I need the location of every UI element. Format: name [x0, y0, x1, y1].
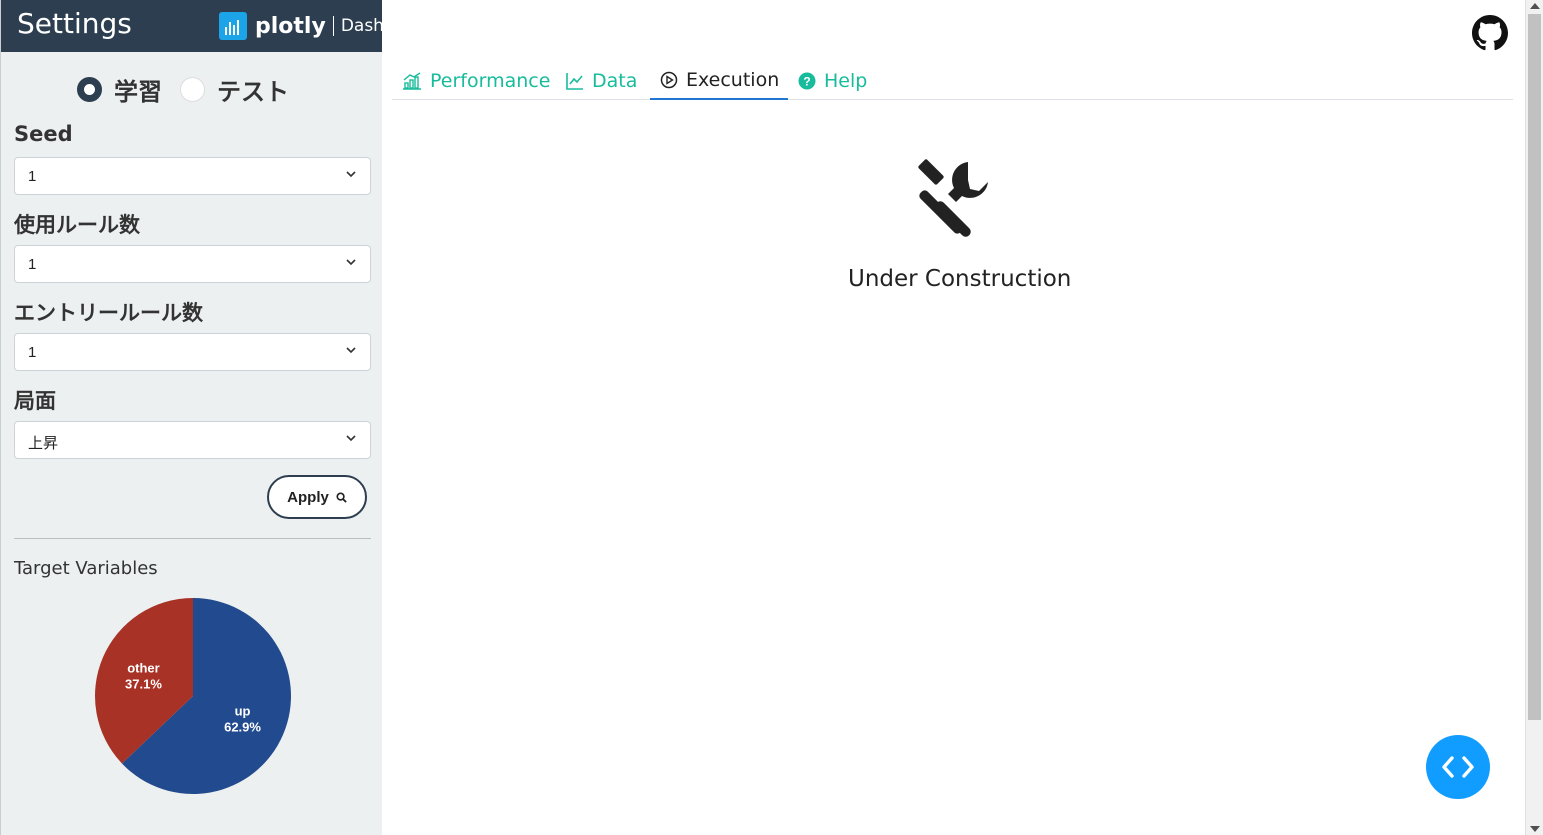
tab-execution[interactable]: Execution — [650, 62, 788, 100]
chevron-down-icon — [346, 435, 356, 442]
chart-bar-icon — [402, 72, 422, 90]
tab-data[interactable]: Data — [566, 62, 637, 100]
radio-label: テスト — [217, 78, 289, 106]
phase-value: 上昇 — [28, 435, 59, 452]
pie-percent-up: 62.9% — [224, 719, 261, 734]
question-circle-icon: ? — [798, 72, 816, 90]
radio-option-test[interactable]: テスト — [180, 72, 289, 107]
tab-label: Execution — [686, 69, 780, 91]
rule-count-dropdown[interactable]: 1 — [14, 245, 371, 283]
logo-separator — [332, 16, 334, 36]
plotly-logo-icon — [219, 12, 247, 40]
apply-label: Apply — [287, 488, 329, 506]
pie-label-up: up — [235, 703, 251, 718]
mode-radio-group: 学習 テスト — [77, 72, 307, 107]
chart-line-icon — [566, 72, 584, 90]
radio-label: 学習 — [114, 78, 162, 106]
entry-rule-count-value: 1 — [28, 344, 37, 361]
seed-value: 1 — [28, 168, 37, 185]
pie-label-other: other — [127, 661, 160, 676]
phase-dropdown[interactable]: 上昇 — [14, 421, 371, 459]
code-icon — [1442, 756, 1474, 778]
rule-count-value: 1 — [28, 256, 37, 273]
radio-option-learn[interactable]: 学習 — [77, 72, 162, 107]
seed-dropdown[interactable]: 1 — [14, 157, 371, 195]
svg-text:?: ? — [803, 75, 810, 89]
tab-performance[interactable]: Performance — [402, 62, 550, 100]
radio-unchecked-icon[interactable] — [180, 77, 205, 102]
tools-icon — [918, 159, 988, 237]
logo-product: Dash — [340, 16, 384, 36]
tab-bar: Performance Data Execution ? Help — [392, 62, 1513, 100]
scroll-up-arrow-icon[interactable] — [1530, 3, 1540, 9]
main-panel: Performance Data Execution ? Help Under … — [382, 0, 1525, 835]
apply-button[interactable]: Apply — [267, 475, 367, 519]
dev-tools-button[interactable] — [1426, 735, 1490, 799]
chevron-down-icon — [346, 347, 356, 354]
plotly-dash-logo: plotly Dash — [219, 12, 384, 40]
sidebar-header: Settings plotly Dash — [1, 0, 384, 52]
chevron-down-icon — [346, 171, 356, 178]
scroll-down-arrow-icon[interactable] — [1530, 826, 1540, 832]
phase-label: 局面 — [14, 389, 56, 413]
logo-brand: plotly — [255, 13, 326, 39]
sidebar-title: Settings — [17, 7, 132, 40]
under-construction-text: Under Construction — [848, 266, 1072, 292]
play-circle-icon — [660, 71, 678, 89]
pie-percent-other: 37.1% — [125, 677, 162, 692]
tab-label: Data — [592, 70, 638, 92]
entry-rule-count-label: エントリールール数 — [14, 301, 203, 325]
search-icon — [336, 491, 347, 503]
target-variables-title: Target Variables — [14, 558, 158, 579]
seed-label: Seed — [14, 122, 73, 146]
sidebar: Settings plotly Dash 学習 テスト Seed 1 使用ルール… — [0, 0, 384, 835]
tab-label: Help — [824, 70, 868, 92]
radio-checked-icon[interactable] — [77, 77, 102, 102]
page-scrollbar[interactable] — [1525, 0, 1543, 835]
target-variables-pie-chart: up62.9% other37.1% — [95, 598, 291, 794]
chevron-down-icon — [346, 259, 356, 266]
tab-help[interactable]: ? Help — [798, 62, 867, 100]
github-icon[interactable] — [1472, 15, 1508, 51]
tab-label: Performance — [430, 70, 551, 92]
scrollbar-thumb[interactable] — [1528, 14, 1541, 720]
divider — [14, 538, 371, 539]
entry-rule-count-dropdown[interactable]: 1 — [14, 333, 371, 371]
rule-count-label: 使用ルール数 — [14, 213, 140, 237]
